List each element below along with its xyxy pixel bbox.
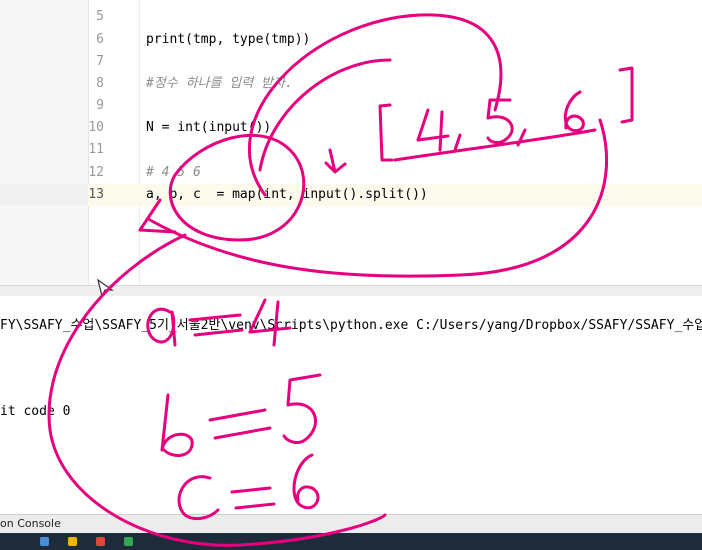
line-number: 13 xyxy=(88,187,104,202)
code-comment-line[interactable]: #정수 하나를 입력 받자. xyxy=(146,74,293,94)
line-number: 9 xyxy=(96,98,104,113)
mouse-cursor-icon xyxy=(97,278,114,298)
code-editor[interactable]: 5 6 print(tmp, type(tmp)) 7 8 #정수 하나를 입력… xyxy=(0,0,702,285)
line-number: 5 xyxy=(96,9,104,24)
console-exit-line: it code 0 xyxy=(0,404,71,419)
code-line-active[interactable]: a, b, c = map(int, input().split()) xyxy=(146,185,428,205)
taskbar-app-icon[interactable] xyxy=(96,537,105,546)
code-comment-line[interactable]: # 4 5 6 xyxy=(146,163,201,183)
taskbar-app-icon[interactable] xyxy=(124,537,133,546)
run-console[interactable]: FY\SSAFY_수업\SSAFY_5기_서울2반\venv\Scripts\p… xyxy=(0,296,702,514)
fold-guide xyxy=(139,0,140,285)
line-number: 10 xyxy=(88,120,104,135)
taskbar-app-icon[interactable] xyxy=(40,537,49,546)
line-number: 7 xyxy=(96,54,104,69)
bottom-tool-tab-strip: on Console xyxy=(0,514,702,533)
code-line[interactable]: print(tmp, type(tmp)) xyxy=(146,30,310,50)
line-number: 8 xyxy=(96,76,104,91)
line-number: 12 xyxy=(88,165,104,180)
line-number: 6 xyxy=(96,32,104,47)
console-command-line: FY\SSAFY_수업\SSAFY_5기_서울2반\venv\Scripts\p… xyxy=(0,318,702,333)
taskbar-app-icon[interactable] xyxy=(68,537,77,546)
python-console-tab[interactable]: on Console xyxy=(0,517,61,530)
code-line[interactable]: N = int(input()) xyxy=(146,118,271,138)
taskbar xyxy=(0,533,702,550)
line-number: 11 xyxy=(88,142,104,157)
